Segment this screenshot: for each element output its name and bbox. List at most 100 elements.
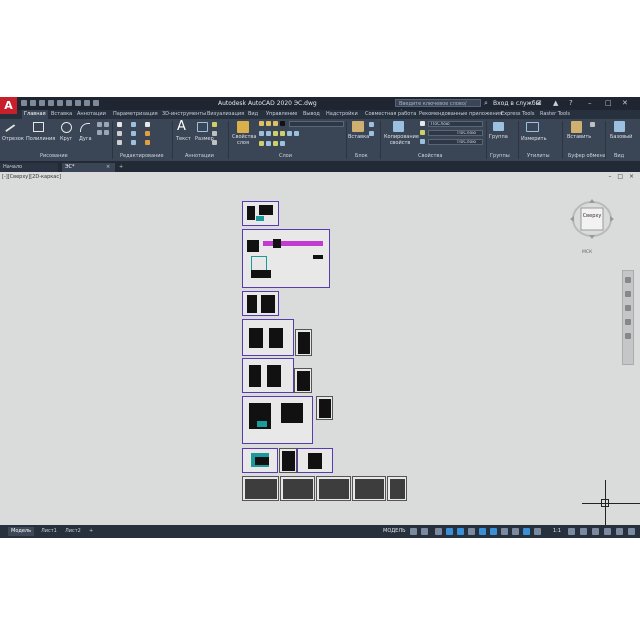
cart-icon[interactable]: ⊠ [536,99,542,107]
close-tab-icon[interactable]: × [106,163,114,172]
navigation-bar[interactable] [622,270,634,365]
search-icon[interactable]: ⌕ [484,99,488,108]
new-tab-icon[interactable]: + [119,163,127,172]
user-icon[interactable]: ▲ [553,99,558,107]
base-view-button[interactable]: Базовый [610,134,632,140]
drawing-canvas[interactable]: [-][Сверху][2D-каркас] – □ × Сверху МСК [0,172,640,525]
polyline-button[interactable]: Полилиния [26,136,55,142]
panel-layers-title[interactable]: Слои [279,153,292,159]
search-input[interactable]: Введите ключевое слово/фразу [395,99,481,115]
copy-icon[interactable] [117,131,122,136]
color-icon[interactable] [420,121,425,126]
infer-constraints-icon[interactable] [435,528,442,535]
tab-manage[interactable]: Управление [266,111,297,117]
workspace-icon[interactable] [568,528,575,535]
panel-properties-title[interactable]: Свойства [418,153,442,159]
share-icon[interactable] [93,100,99,106]
ortho-icon[interactable] [446,528,453,535]
layer-properties-button[interactable]: Свойства слоя [232,134,256,146]
layer-tool-icon[interactable] [280,141,285,146]
circle-icon[interactable] [61,122,72,133]
units-icon[interactable] [592,528,599,535]
layer-tool-icon[interactable] [273,141,278,146]
object-snap-tracking-icon[interactable] [479,528,486,535]
layer-color-icon[interactable] [280,121,285,126]
autocad-logo-icon[interactable]: A [0,97,17,114]
layout-tab-model[interactable]: Модель [8,527,35,536]
annotation-small-icon[interactable] [212,140,217,145]
tab-insert[interactable]: Вставка [51,111,72,117]
layout-tab-sheet2[interactable]: Лист2 [62,527,84,536]
pan-icon[interactable] [625,291,631,297]
panel-block-title[interactable]: Блок [355,153,368,159]
layer-on-icon[interactable] [259,121,264,126]
layer-tool-icon[interactable] [266,141,271,146]
undo-icon[interactable] [75,100,81,106]
minimize-icon[interactable]: – [588,99,592,107]
panel-utilities-title[interactable]: Утилиты [527,153,550,159]
tab-home[interactable]: Главная [22,110,48,119]
layer-tool-icon[interactable] [280,131,285,136]
tab-output[interactable]: Вывод [303,111,320,117]
scale-icon[interactable] [131,140,136,145]
layer-tool-icon[interactable] [259,141,264,146]
panel-groups-title[interactable]: Группы [490,153,510,159]
steering-wheel-icon[interactable] [625,277,631,283]
match-properties-icon[interactable] [393,121,404,132]
arc-button[interactable]: Дуга [79,136,92,142]
tab-3d-tools[interactable]: 3D-инструменты [162,111,206,117]
trim-icon[interactable] [145,122,150,127]
tab-parametric[interactable]: Параметризация [113,111,158,117]
panel-annotation-title[interactable]: Аннотации [185,153,214,159]
panel-view-title[interactable]: Вид [614,153,624,159]
object-snap-icon[interactable] [490,528,497,535]
layer-freeze-icon[interactable] [266,121,271,126]
block-tool-icon[interactable] [369,131,374,136]
match-properties-button[interactable]: Копирование свойств [384,134,419,146]
stretch-icon[interactable] [117,140,122,145]
annotation-small-icon[interactable] [212,131,217,136]
tab-express-tools[interactable]: Express Tools [501,111,534,117]
save-as-icon[interactable] [48,100,54,106]
fullscreen-icon[interactable] [616,528,623,535]
polyline-icon[interactable] [33,122,44,132]
line-icon[interactable] [5,124,16,133]
layout-tab-sheet1[interactable]: Лист1 [38,527,60,536]
viewport-controls[interactable]: [-][Сверху][2D-каркас] [2,174,61,180]
annotation-scale[interactable]: 1:1 [553,528,561,534]
color-dropdown[interactable]: ПоСлою [428,121,483,127]
layer-tool-icon[interactable] [273,131,278,136]
layer-properties-icon[interactable] [237,121,249,133]
web-icon[interactable] [57,100,63,106]
layer-tool-icon[interactable] [259,131,264,136]
group-icon[interactable] [493,122,504,131]
grid-icon[interactable] [410,528,417,535]
tab-annotate[interactable]: Аннотации [77,111,106,117]
dimension-button[interactable]: Размер [195,136,214,142]
mirror-icon[interactable] [131,131,136,136]
line-button[interactable]: Отрезок [2,136,24,142]
annotation-small-icon[interactable] [212,122,217,127]
tab-featured-apps[interactable]: Рекомендованные приложения [419,111,502,117]
paste-icon[interactable] [571,121,582,133]
new-file-icon[interactable] [21,100,27,106]
panel-draw-title[interactable]: Рисование [40,153,68,159]
circle-button[interactable]: Круг [60,136,72,142]
text-button[interactable]: Текст [176,136,191,142]
maximize-icon[interactable]: □ [605,99,612,107]
move-icon[interactable] [117,122,122,127]
close-icon[interactable]: ✕ [622,99,628,107]
wcs-menu[interactable]: МСК [582,250,592,255]
viewcube-face-label[interactable]: Сверху [581,213,603,219]
viewcube[interactable]: Сверху МСК [570,199,614,259]
tab-addins[interactable]: Надстройки [326,111,358,117]
panel-clipboard-title[interactable]: Буфер обмена [568,153,606,159]
plot-icon[interactable] [66,100,72,106]
linetype-icon[interactable] [420,139,425,144]
arc-icon[interactable] [80,123,90,132]
showmotion-icon[interactable] [625,333,631,339]
layer-lock-icon[interactable] [273,121,278,126]
layer-tool-icon[interactable] [287,131,292,136]
lineweight-icon[interactable] [420,130,425,135]
tab-raster-tools[interactable]: Raster Tools [540,111,570,117]
